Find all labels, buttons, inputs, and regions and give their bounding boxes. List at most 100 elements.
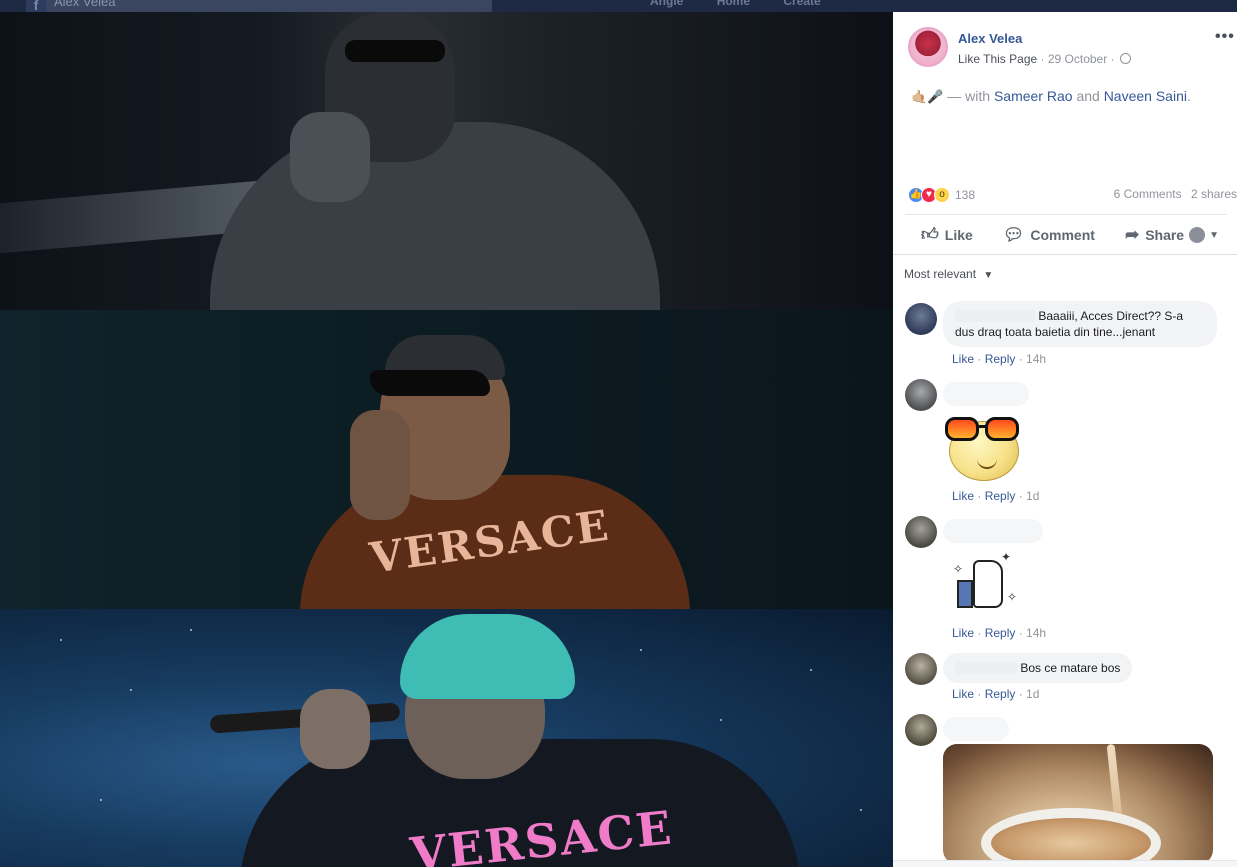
commenter-avatar[interactable] [905,714,937,746]
comment-meta: Like · Reply · 14h [952,352,1047,366]
comment-meta: Like · Reply · 1d [952,687,1040,701]
post-caption: 🤙🏼🎤 — with Sameer Rao and Naveen Saini. [911,88,1191,105]
sort-label: Most relevant [904,267,977,281]
post-stats: 6 Comments 2 shares [1108,187,1237,201]
comment-button[interactable]: 💬︎ Comment [1003,225,1095,245]
post-date[interactable]: 29 October [1048,52,1107,66]
comment-meta: Like · Reply · 1d [952,489,1040,503]
commenter-name-redacted[interactable] [955,310,1035,322]
comment-composer-edge [893,860,1237,867]
share-arrow-icon: ➦ [1124,224,1140,244]
more-options-button[interactable]: ••• [1215,28,1235,46]
sunglasses-bridge [979,425,987,428]
photo-panel-2: VERSACE [0,310,893,609]
chevron-down-icon: ▼ [1209,229,1219,241]
microphone-hand [350,410,410,520]
sparkle-icon: ✧ [1007,590,1018,604]
thumbs-up-sticker: ✧ ✦ ✧ [951,550,1018,616]
like-page-link[interactable]: Like This Page [958,52,1037,66]
nav-links: Angie Home Create [650,0,851,8]
comment-reply-link[interactable]: Reply [985,687,1016,701]
coffee-cup [981,808,1161,864]
sunglasses-sticker [945,415,1019,481]
commenter-avatar[interactable] [905,303,937,335]
commenter-name-redacted[interactable] [955,662,1017,674]
comment-reply-link[interactable]: Reply [985,489,1016,503]
nav-link-profile[interactable]: Angie [650,0,683,8]
nav-link-home[interactable]: Home [717,0,750,8]
post-actions: 👍︎ Like 💬︎ Comment ➦ Share ▼ [905,214,1227,254]
thumbs-up-icon: 👍︎ [921,225,939,244]
commenter-avatar[interactable] [905,379,937,411]
identity-avatar [1189,227,1206,243]
author-avatar[interactable] [908,27,948,67]
tagged-user-link[interactable]: Sameer Rao [994,88,1073,104]
comment-like-link[interactable]: Like [952,352,974,366]
bucket-hat [400,614,575,699]
share-button[interactable]: ➦ Share [1125,225,1184,245]
like-button[interactable]: 👍︎ Like [921,224,973,245]
divider [893,254,1237,255]
facebook-logo-icon[interactable]: f [26,0,46,12]
comment-label: Comment [1030,226,1095,243]
comment-text: Bos ce matare bos [1020,661,1121,675]
comment-like-link[interactable]: Like [952,626,974,640]
sparkle-icon: ✧ [953,562,964,576]
comment-meta: Like · Reply · 14h [952,626,1047,640]
tagged-user-link[interactable]: Naveen Saini [1104,88,1187,104]
caption-with: — with [947,88,991,104]
comment-reply-link[interactable]: Reply [985,352,1016,366]
speech-bubble-icon: 💬︎ [1002,224,1025,244]
search-input[interactable]: Alex Velea [46,0,492,12]
caption-and: and [1076,88,1100,104]
comment-time[interactable]: 1d [1026,687,1039,701]
post-side-panel: Alex Velea Like This Page · 29 October ·… [893,12,1237,867]
performer-hand [290,112,370,202]
comment-time[interactable]: 1d [1026,489,1039,503]
comment-like-link[interactable]: Like [952,687,974,701]
sunglasses-lens [945,417,979,441]
meta-separator: · [1040,52,1048,66]
reaction-summary[interactable]: 👍 ♥ o 138 [908,187,975,203]
post-header: Alex Velea Like This Page · 29 October ·… [893,12,1237,82]
comment-bubble: Bos ce matare bos [943,653,1133,683]
sunglasses [345,40,445,62]
wow-reaction-icon: o [934,187,950,203]
sunglasses-lens [985,417,1019,441]
comments-count-link[interactable]: 6 Comments [1114,187,1182,201]
nav-link-create[interactable]: Create [783,0,820,8]
comment-time[interactable]: 14h [1026,352,1046,366]
meta-separator: · [1110,52,1118,66]
thumb-hand [973,560,1003,608]
comment-sort-dropdown[interactable]: Most relevant ▼ [904,267,993,281]
sunglasses [370,370,490,396]
post-meta: Like This Page · 29 October · [958,52,1131,66]
sparkle-icon: ✦ [1001,550,1012,564]
commenter-avatar[interactable] [905,653,937,685]
chevron-down-icon: ▼ [983,270,994,281]
comment-time[interactable]: 14h [1026,626,1046,640]
photo-panel-1 [0,12,893,310]
commenter-name-redacted[interactable] [943,717,1009,741]
reaction-identity-selector[interactable]: ▼ [1189,227,1219,243]
comment-reply-link[interactable]: Reply [985,626,1016,640]
thumb-sleeve [957,580,973,608]
comment-like-link[interactable]: Like [952,489,974,503]
caption-emoji: 🤙🏼🎤 [911,89,944,104]
coffee-cup-image[interactable] [943,744,1213,864]
commenter-name-redacted[interactable] [943,519,1043,543]
reaction-count[interactable]: 138 [955,188,975,202]
photo-viewer[interactable]: VERSACE VERSACE [0,12,893,867]
commenter-avatar[interactable] [905,516,937,548]
comment-bubble: Baaaiii, Acces Direct?? S-a dus draq toa… [943,301,1217,347]
performer-hand [300,689,370,769]
globe-icon [1119,53,1131,64]
share-label: Share [1145,226,1185,243]
author-name[interactable]: Alex Velea [958,31,1022,46]
top-nav: f Alex Velea Angie Home Create [0,0,1237,12]
shares-count-link[interactable]: 2 shares [1191,187,1237,201]
photo-panel-3: VERSACE [0,609,893,867]
commenter-name-redacted[interactable] [943,382,1029,406]
like-label: Like [944,226,973,243]
caption-end: . [1186,88,1191,104]
